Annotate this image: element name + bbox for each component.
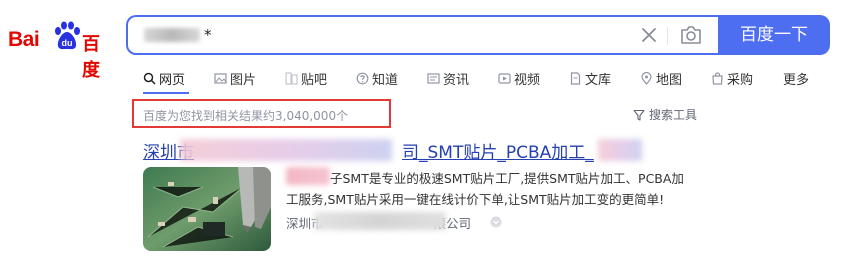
- tab-images[interactable]: 图片: [214, 68, 256, 88]
- tab-purchase[interactable]: 采购: [711, 68, 753, 88]
- tab-more[interactable]: 更多: [783, 68, 809, 88]
- active-tab-indicator: [143, 92, 189, 94]
- snippet-line-1: 子SMT是专业的极速SMT贴片工厂,提供SMT贴片加工、PCBA加: [330, 171, 684, 186]
- shopping-bag-icon: [712, 71, 723, 85]
- redaction: [598, 139, 642, 161]
- search-tools-label: 搜索工具: [649, 108, 698, 122]
- tieba-icon: [285, 71, 298, 85]
- tab-tieba[interactable]: 贴吧: [285, 68, 327, 88]
- search-box[interactable]: [126, 15, 719, 55]
- tab-video[interactable]: 视频: [498, 68, 540, 88]
- tab-news[interactable]: 资讯: [427, 68, 469, 88]
- image-icon: [214, 72, 227, 84]
- filter-icon: [633, 109, 645, 121]
- snippet-line-2: 工服务,SMT贴片采用一键在线计价下单,让SMT贴片加工变的更简单!: [286, 192, 665, 207]
- tab-label: 网页: [159, 72, 186, 88]
- document-icon: [570, 71, 581, 85]
- paw-icon: du: [55, 21, 80, 50]
- search-input[interactable]: [204, 25, 624, 45]
- search-tools-button[interactable]: 搜索工具: [633, 106, 697, 123]
- camera-icon[interactable]: [678, 23, 704, 47]
- tab-label: 知道: [372, 72, 399, 88]
- chevron-down-icon[interactable]: [490, 216, 502, 228]
- result-thumbnail[interactable]: [143, 167, 271, 251]
- tab-label: 更多: [783, 72, 810, 88]
- tab-web[interactable]: 网页: [143, 68, 185, 88]
- video-icon: [498, 72, 511, 84]
- search-icon: [143, 72, 156, 85]
- logo-badge-text: du: [62, 38, 73, 48]
- tab-wenku[interactable]: 文库: [569, 68, 611, 88]
- tab-zhidao[interactable]: 知道: [356, 68, 398, 88]
- tab-map[interactable]: 地图: [640, 68, 682, 88]
- logo-text-cn: 百度: [82, 34, 100, 81]
- query-redaction: [144, 28, 200, 42]
- baidu-logo[interactable]: Bai du 百度: [8, 17, 114, 81]
- question-icon: [356, 72, 369, 84]
- tab-label: 采购: [727, 72, 754, 88]
- clear-icon[interactable]: [638, 24, 660, 46]
- redaction: [314, 212, 446, 230]
- tab-label: 资讯: [443, 72, 470, 88]
- logo-text-latin: Bai: [8, 28, 40, 51]
- result-count: 百度为您找到相关结果约3,040,000个: [143, 109, 349, 123]
- tab-label: 文库: [585, 72, 612, 88]
- tab-label: 贴吧: [301, 72, 328, 88]
- map-pin-icon: [641, 71, 652, 85]
- result-snippet: 子SMT是专业的极速SMT贴片工厂,提供SMT贴片加工、PCBA加 工服务,SM…: [286, 168, 716, 210]
- divider: [667, 27, 668, 45]
- news-icon: [427, 72, 440, 84]
- search-button[interactable]: 百度一下: [718, 15, 830, 55]
- tab-label: 地图: [656, 72, 683, 88]
- title-mid: 司_SMT贴片_PCBA加工_: [402, 143, 594, 163]
- tab-label: 图片: [230, 72, 257, 88]
- redaction: [180, 139, 392, 161]
- tab-label: 视频: [514, 72, 541, 88]
